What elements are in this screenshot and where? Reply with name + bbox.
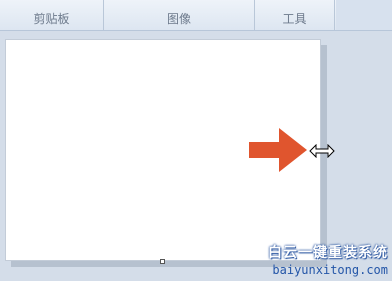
ribbon-group-tools[interactable]: 工具 (255, 0, 335, 30)
right-arrow-icon (249, 128, 307, 172)
ribbon-group-label: 图像 (166, 12, 191, 26)
horizontal-resize-cursor-icon[interactable] (309, 144, 335, 158)
ribbon-group-image[interactable]: 图像 (104, 0, 255, 30)
ribbon-empty-area (336, 0, 392, 30)
watermark-url: baiyunxitong.com (272, 263, 388, 277)
watermark: 白云一键重装系统 baiyunxitong.com (268, 242, 388, 277)
ribbon-group-clipboard[interactable]: 剪贴板 (0, 0, 104, 30)
ribbon-group-label: 剪贴板 (33, 12, 70, 26)
watermark-title: 白云一键重装系统 (268, 245, 388, 261)
canvas-resize-handle-bottom[interactable] (160, 259, 165, 264)
ribbon: 剪贴板 图像 工具 (0, 0, 392, 31)
ribbon-group-label: 工具 (282, 12, 307, 26)
